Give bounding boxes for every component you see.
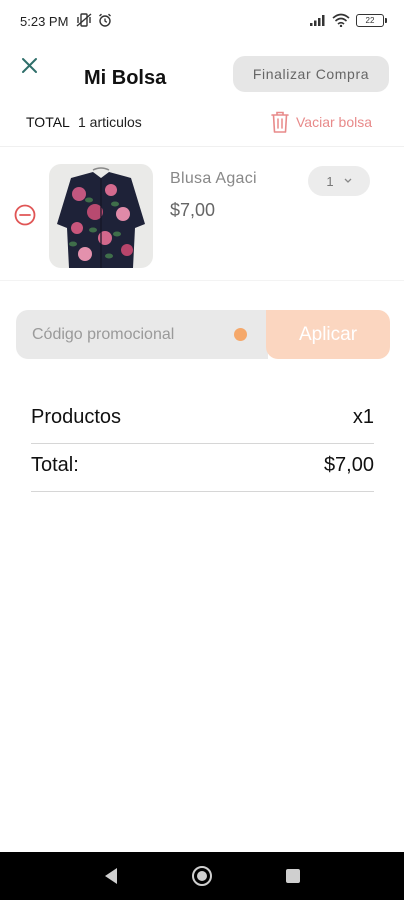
quantity-value: 1: [326, 173, 334, 189]
total-value: $7,00: [323, 454, 374, 476]
remove-item-button[interactable]: [14, 204, 36, 226]
chevron-down-icon: [344, 178, 352, 183]
total-label-summary: Total:: [31, 454, 79, 476]
status-right-icons: 22: [310, 13, 387, 27]
product-price: $7,00: [170, 200, 216, 220]
quantity-select[interactable]: 1: [308, 166, 370, 196]
blouse-photo: [49, 164, 153, 268]
home-icon[interactable]: [191, 865, 213, 887]
wifi-icon: [332, 13, 350, 27]
minus-circle-icon: [14, 204, 36, 226]
status-bar: 5:23 PM 22: [0, 0, 404, 44]
item-count: 1 articulos: [78, 114, 142, 130]
close-icon: [22, 58, 37, 73]
promo-code-row: Aplicar: [16, 310, 390, 359]
system-navigation-bar: [0, 852, 404, 900]
order-totals: Productos x1 Total: $7,00: [31, 398, 374, 492]
page-title: Mi Bolsa: [84, 67, 167, 89]
products-row: Productos x1: [31, 398, 374, 444]
clear-bag-button[interactable]: Vaciar bolsa: [270, 110, 372, 134]
products-label: Productos: [31, 406, 122, 428]
back-icon[interactable]: [102, 866, 120, 886]
battery-level: 22: [365, 15, 375, 25]
total-label: TOTAL: [26, 114, 70, 130]
signal-icon: [310, 15, 325, 26]
product-image[interactable]: [49, 164, 153, 268]
vibrate-icon: [76, 13, 92, 27]
promo-code-input[interactable]: [16, 310, 268, 359]
product-name[interactable]: Blusa Agaci: [170, 170, 257, 188]
apply-promo-button[interactable]: Aplicar: [266, 310, 390, 359]
close-button[interactable]: [18, 54, 42, 78]
status-left-icons: [76, 13, 112, 27]
products-value: x1: [352, 406, 374, 428]
total-row: Total: $7,00: [31, 446, 374, 492]
trash-icon: [271, 111, 289, 133]
recents-icon[interactable]: [285, 868, 301, 884]
promo-input-wrapper: [16, 310, 268, 359]
divider: [0, 280, 404, 281]
divider: [0, 146, 404, 147]
status-time: 5:23 PM: [20, 14, 69, 29]
alarm-icon: [99, 13, 111, 27]
cart-summary: TOTAL 1 articulos Vaciar bolsa: [0, 110, 404, 136]
autofill-dot-icon: [234, 328, 247, 341]
clear-bag-label: Vaciar bolsa: [296, 114, 373, 130]
cart-item: Blusa Agaci $7,00 1: [0, 148, 404, 280]
header: Mi Bolsa Finalizar Compra: [0, 50, 404, 100]
checkout-button[interactable]: Finalizar Compra: [233, 56, 389, 92]
battery-icon: 22: [356, 13, 387, 27]
